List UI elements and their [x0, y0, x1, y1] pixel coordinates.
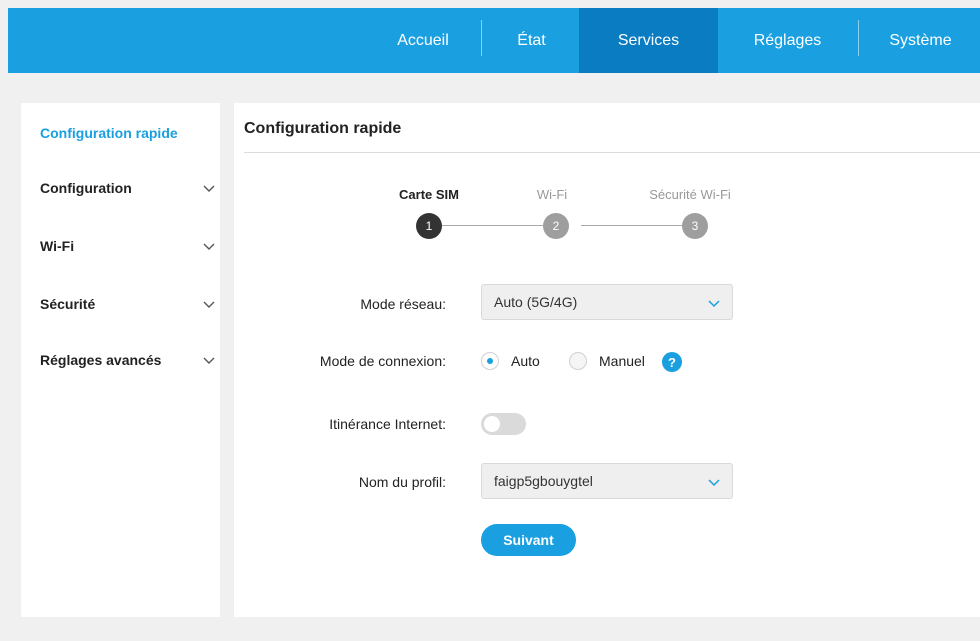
network-mode-select[interactable]: Auto (5G/4G): [481, 284, 733, 320]
sidebar-item-wifi[interactable]: Wi-Fi: [40, 234, 215, 258]
profile-name-select[interactable]: faigp5gbouygtel: [481, 463, 733, 499]
step-circle-3: 3: [682, 213, 708, 239]
step-label-sim: Carte SIM: [399, 187, 459, 202]
toggle-knob: [484, 416, 500, 432]
sidebar-item-label: Sécurité: [40, 296, 96, 312]
sidebar-item-label: Configuration rapide: [40, 125, 178, 141]
nav-item-accueil[interactable]: Accueil: [368, 8, 478, 73]
nav-item-etat[interactable]: État: [484, 8, 579, 73]
step-label-wifi: Wi-Fi: [536, 187, 568, 202]
chevron-down-icon: [203, 357, 215, 364]
sidebar-item-label: Configuration: [40, 180, 132, 196]
chevron-down-icon: [203, 185, 215, 192]
profile-name-label: Nom du profil:: [358, 474, 446, 490]
step-circle-2: 2: [543, 213, 569, 239]
sidebar-item-securite[interactable]: Sécurité: [40, 292, 215, 316]
sidebar-item-label: Wi-Fi: [40, 238, 75, 254]
radio-manuel[interactable]: [569, 352, 587, 370]
radio-manuel-label: Manuel: [599, 353, 645, 369]
radio-auto-label: Auto: [511, 353, 540, 369]
step-connector: [442, 225, 543, 226]
connection-mode-label: Mode de connexion:: [319, 353, 446, 369]
step-circle-1: 1: [416, 213, 442, 239]
roaming-label: Itinérance Internet:: [329, 416, 446, 432]
nav-separator: [858, 20, 859, 56]
nav-item-systeme[interactable]: Système: [861, 8, 980, 73]
sidebar: Configuration rapide Configuration Wi-Fi…: [21, 103, 220, 617]
sidebar-item-configuration-rapide[interactable]: Configuration rapide: [40, 121, 215, 145]
nav-item-reglages[interactable]: Réglages: [718, 8, 857, 73]
profile-name-value: faigp5gbouygtel: [494, 473, 593, 489]
step-label-wifi-security: Sécurité Wi-Fi: [649, 187, 731, 202]
chevron-down-icon: [203, 243, 215, 250]
step-connector: [581, 225, 682, 226]
sidebar-item-reglages-avances[interactable]: Réglages avancés: [40, 348, 215, 372]
chevron-down-icon: [203, 301, 215, 308]
help-icon[interactable]: ?: [662, 352, 682, 372]
nav-separator: [481, 20, 482, 56]
title-divider: [244, 152, 980, 153]
chevron-down-icon: [708, 479, 720, 487]
chevron-down-icon: [708, 300, 720, 308]
nav-item-services[interactable]: Services: [579, 8, 718, 73]
network-mode-label: Mode réseau:: [360, 296, 446, 312]
sidebar-item-label: Réglages avancés: [40, 352, 162, 368]
page-title: Configuration rapide: [244, 120, 402, 137]
main-panel: Configuration rapide Carte SIM Wi-Fi Séc…: [234, 103, 980, 617]
radio-auto[interactable]: [481, 352, 499, 370]
top-nav-bar: Accueil État Services Réglages Système: [8, 8, 980, 73]
sidebar-item-configuration[interactable]: Configuration: [40, 176, 215, 200]
next-button[interactable]: Suivant: [481, 524, 576, 556]
roaming-toggle[interactable]: [481, 413, 526, 435]
network-mode-value: Auto (5G/4G): [494, 294, 578, 310]
